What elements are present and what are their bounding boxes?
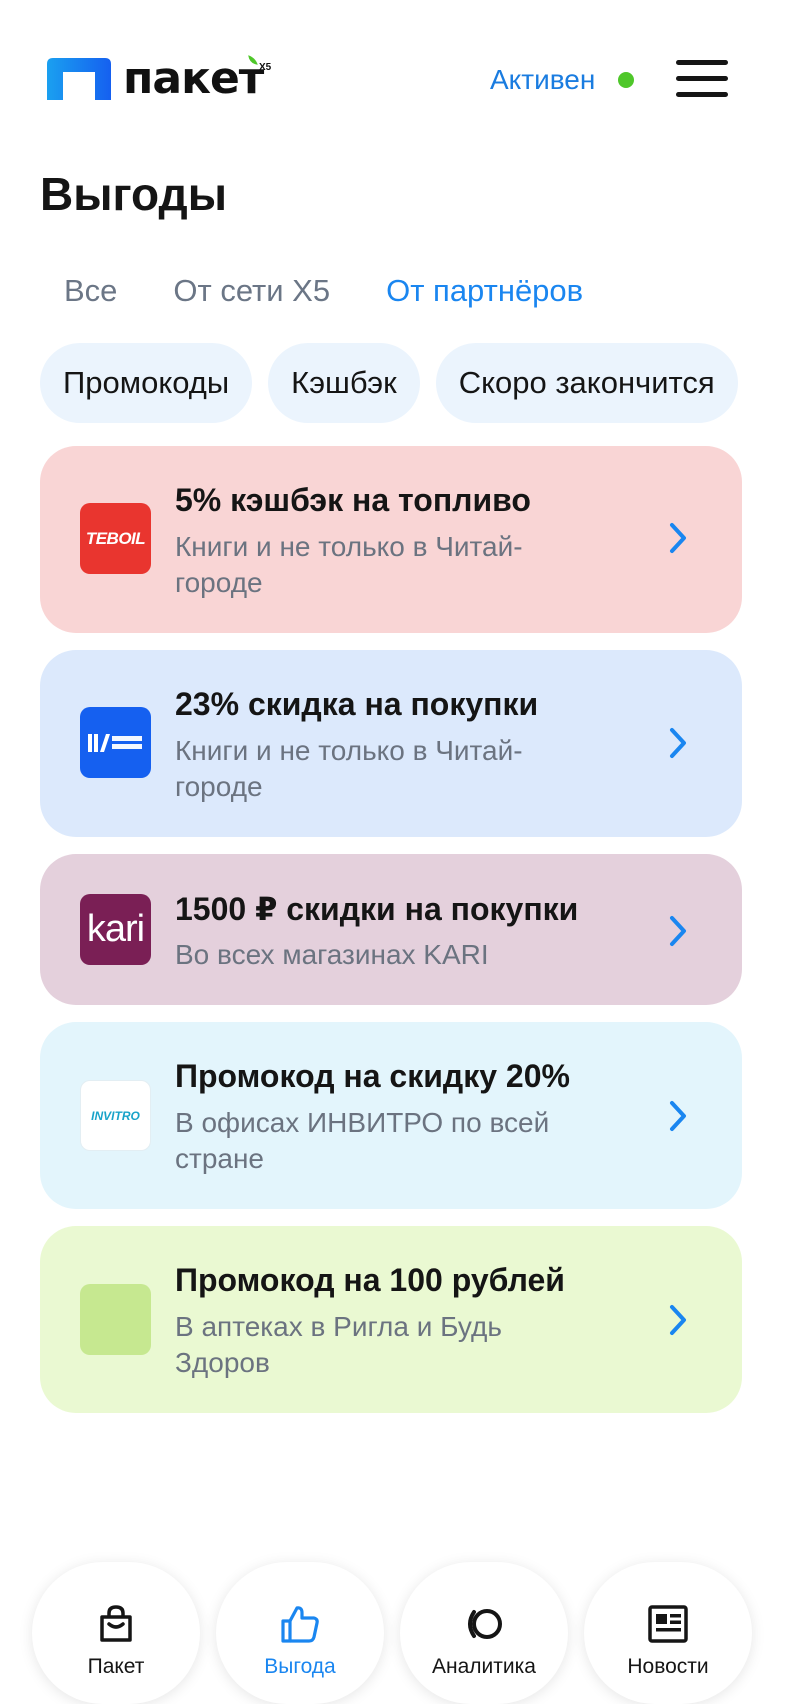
news-icon bbox=[648, 1605, 688, 1643]
offer-title: 1500 ₽ скидки на покупки bbox=[175, 891, 579, 927]
tab-all[interactable]: Все bbox=[40, 266, 141, 316]
tab-x5[interactable]: От сети X5 bbox=[141, 266, 354, 316]
offer-title: 5% кэшбэк на топливо bbox=[175, 482, 531, 518]
chitai-gorod-logo bbox=[80, 707, 151, 778]
hamburger-line bbox=[676, 92, 728, 97]
status-label: Активен bbox=[490, 64, 596, 95]
chitai-gorod-mark-icon bbox=[88, 734, 142, 752]
offer-card-invitro[interactable]: INVITRO Промокод на скидку 20% В офисах … bbox=[40, 1022, 742, 1209]
offer-title: Промокод на скидку 20% bbox=[175, 1058, 570, 1094]
nav-paket[interactable]: Пакет bbox=[32, 1562, 200, 1704]
x5-leaf-icon bbox=[248, 55, 258, 65]
app-header: пакет X5 Активен bbox=[0, 0, 786, 160]
chip-promocodes[interactable]: Промокоды bbox=[40, 343, 253, 423]
chip-cashback[interactable]: Кэшбэк bbox=[268, 343, 420, 423]
logo-badge: X5 bbox=[259, 62, 272, 73]
nav-label: Новости bbox=[627, 1655, 709, 1678]
offer-subtitle: В офисах ИНВИТРО по всей стране bbox=[175, 1107, 550, 1174]
nav-news[interactable]: Новости bbox=[584, 1562, 752, 1704]
tab-partners[interactable]: От партнёров bbox=[354, 266, 607, 316]
logo-text: пакет bbox=[123, 53, 264, 104]
chevron-right-icon bbox=[670, 728, 686, 758]
page-title: Выгоды bbox=[40, 168, 228, 220]
offer-subtitle: Книги и не только в Читай-городе bbox=[175, 531, 523, 598]
rigla-logo bbox=[80, 1284, 151, 1355]
offer-title: Промокод на 100 рублей bbox=[175, 1262, 565, 1298]
offer-subtitle: В аптеках в Ригла и Будь Здоров bbox=[175, 1311, 502, 1378]
invitro-logo: INVITRO bbox=[80, 1080, 151, 1151]
offer-title: 23% скидка на покупки bbox=[175, 686, 539, 722]
nav-label: Выгода bbox=[264, 1655, 336, 1678]
teboil-logo: TEBOIL bbox=[80, 503, 151, 574]
offer-subtitle: Книги и не только в Читай-городе bbox=[175, 735, 523, 802]
nav-vygoda[interactable]: Выгода bbox=[216, 1562, 384, 1704]
offer-card-rigla[interactable]: Промокод на 100 рублей В аптеках в Ригла… bbox=[40, 1226, 742, 1413]
chip-ending-soon[interactable]: Скоро закончится bbox=[435, 343, 738, 423]
chevron-right-icon bbox=[670, 523, 686, 553]
offer-card-teboil[interactable]: TEBOIL 5% кэшбэк на топливо Книги и не т… bbox=[40, 446, 742, 633]
offers-list: TEBOIL 5% кэшбэк на топливо Книги и не т… bbox=[40, 446, 742, 1430]
thumbs-up-icon bbox=[281, 1606, 319, 1643]
menu-button[interactable] bbox=[676, 60, 728, 98]
app-logo: пакет X5 bbox=[47, 53, 271, 104]
chevron-right-icon bbox=[670, 916, 686, 946]
filter-chips: Промокоды Кэшбэк Скоро закончится bbox=[40, 343, 738, 423]
analytics-icon bbox=[468, 1609, 502, 1639]
nav-label: Аналитика bbox=[432, 1655, 536, 1678]
offer-card-kari[interactable]: kari 1500 ₽ скидки на покупки Во всех ма… bbox=[40, 854, 742, 1005]
chevron-right-icon bbox=[670, 1305, 686, 1335]
bottom-nav: Пакет Выгода Аналитика Новости bbox=[0, 1562, 786, 1704]
chevron-right-icon bbox=[670, 1101, 686, 1131]
offer-subtitle: Во всех магазинах KARI bbox=[175, 939, 489, 970]
offer-card-chitai-gorod[interactable]: 23% скидка на покупки Книги и не только … bbox=[40, 650, 742, 837]
shopping-bag-icon bbox=[100, 1605, 132, 1642]
kari-logo: kari bbox=[80, 894, 151, 965]
hamburger-line bbox=[676, 76, 728, 81]
filter-tabs: Все От сети X5 От партнёров bbox=[40, 266, 607, 316]
nav-analytics[interactable]: Аналитика bbox=[400, 1562, 568, 1704]
logo-mark-icon bbox=[47, 58, 111, 100]
status-dot bbox=[618, 72, 634, 88]
nav-label: Пакет bbox=[87, 1655, 145, 1678]
hamburger-menu-icon bbox=[676, 60, 728, 65]
